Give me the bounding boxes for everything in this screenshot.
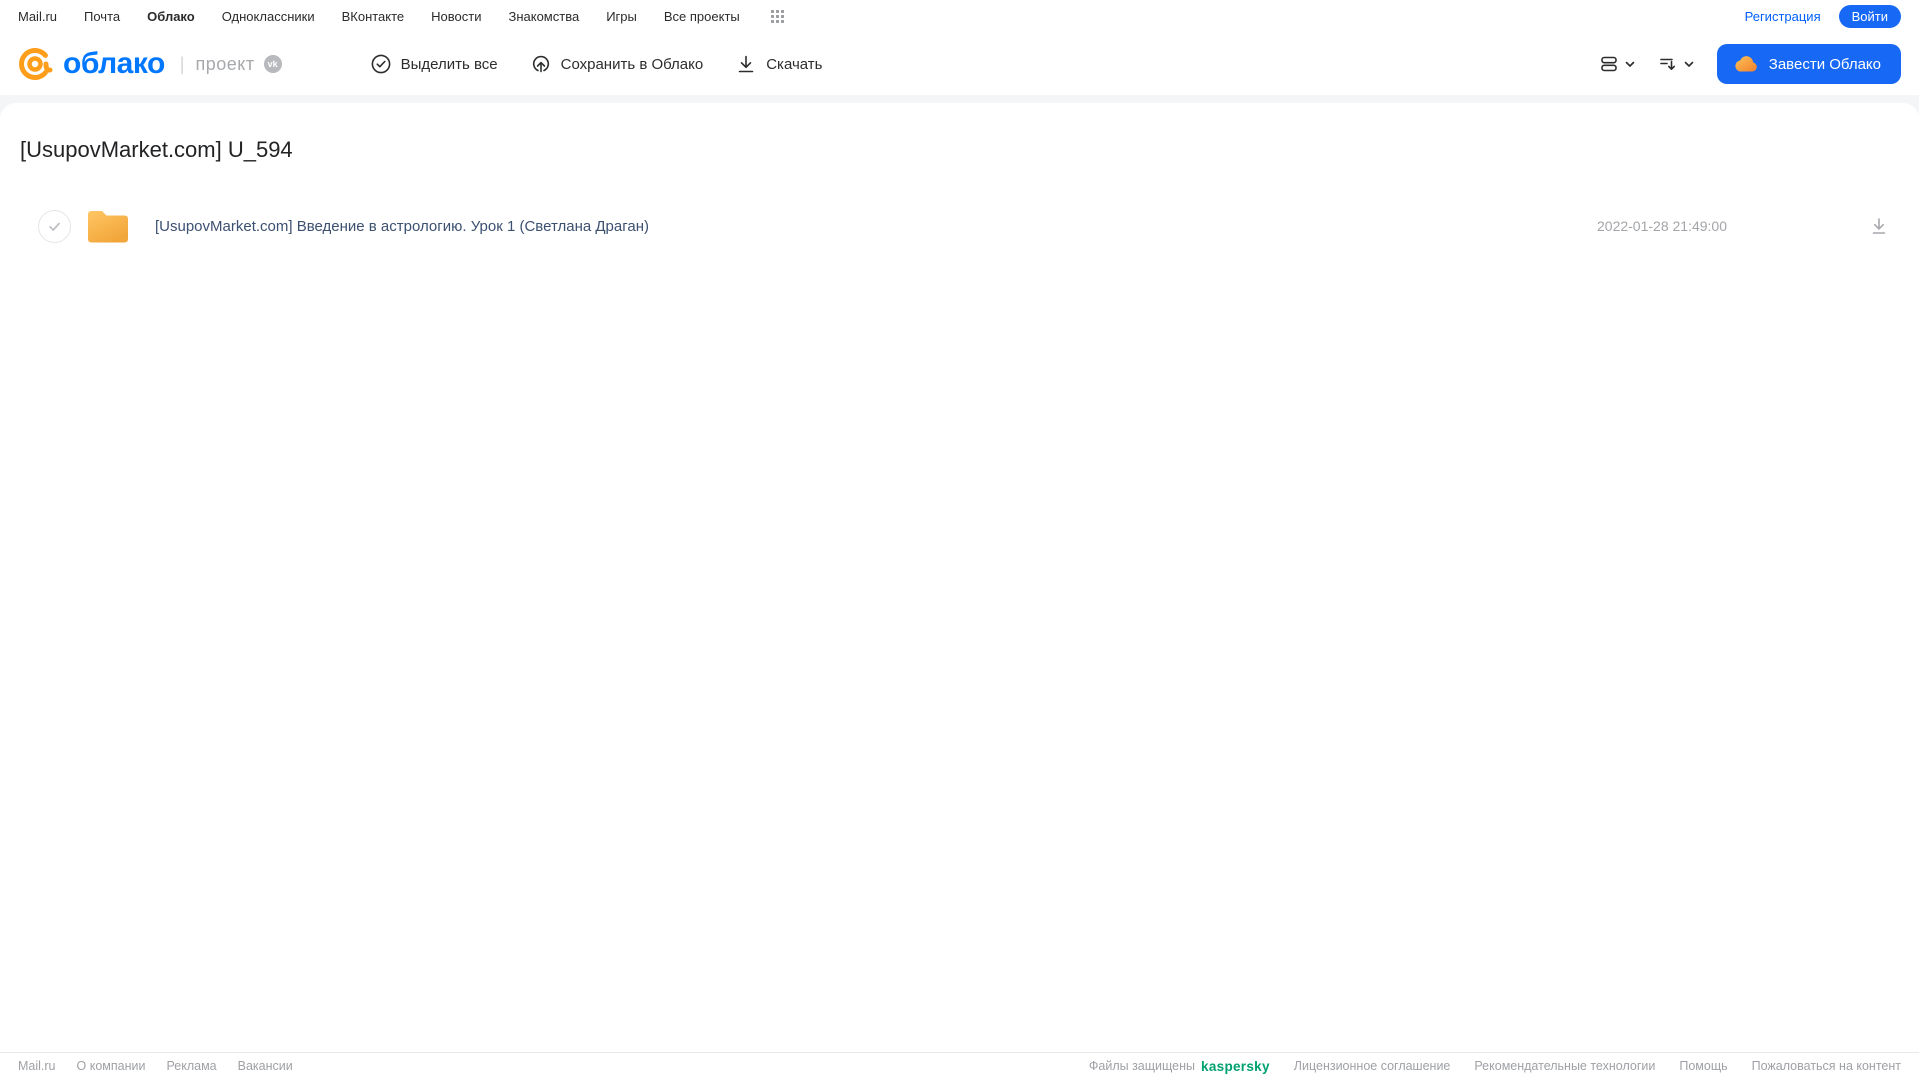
nav-link-novosti[interactable]: Новости (431, 9, 481, 24)
sort-icon (1658, 54, 1678, 74)
file-date: 2022-01-28 21:49:00 (1597, 218, 1727, 234)
view-mode-icon (1599, 54, 1619, 74)
footer-right-links: Файлы защищены kaspersky Лицензионное со… (1089, 1059, 1901, 1074)
sort-dropdown[interactable] (1658, 54, 1695, 74)
login-button[interactable]: Войти (1838, 5, 1901, 28)
registration-link[interactable]: Регистрация (1745, 9, 1821, 24)
orange-cloud-icon (1733, 54, 1759, 74)
project-label: проект (195, 53, 255, 74)
nav-link-znakomstva[interactable]: Знакомства (508, 9, 579, 24)
nav-link-all-projects[interactable]: Все проекты (664, 9, 740, 24)
logo-separator: | (179, 53, 185, 74)
file-name-link[interactable]: [UsupovMarket.com] Введение в астрологию… (155, 218, 1597, 235)
create-cloud-button[interactable]: Завести Облако (1716, 44, 1901, 84)
header-right-controls: Завести Облако (1599, 44, 1901, 84)
footer-link-mailru[interactable]: Mail.ru (18, 1059, 56, 1073)
nav-link-odnoklassniki[interactable]: Одноклассники (222, 9, 315, 24)
folder-contents-panel: [UsupovMarket.com] U_594 [UsupovMarket.c… (0, 103, 1919, 1052)
nav-link-oblako[interactable]: Облако (147, 9, 195, 24)
row-checkbox[interactable] (38, 209, 71, 243)
top-utility-nav: Mail.ru Почта Облако Одноклассники ВКонт… (0, 0, 1919, 33)
footer-link-license[interactable]: Лицензионное соглашение (1294, 1059, 1451, 1073)
footer-link-report-content[interactable]: Пожаловаться на контент (1752, 1059, 1901, 1073)
select-all-label: Выделить все (400, 55, 498, 73)
save-to-cloud-button[interactable]: Сохранить в Облако (530, 53, 704, 75)
footer-link-jobs[interactable]: Вакансии (238, 1059, 293, 1073)
view-mode-dropdown[interactable] (1599, 54, 1636, 74)
folder-icon (85, 206, 131, 246)
nav-link-pochta[interactable]: Почта (84, 9, 120, 24)
footer-link-ads[interactable]: Реклама (166, 1059, 216, 1073)
content-wrap: [UsupovMarket.com] U_594 [UsupovMarket.c… (0, 95, 1919, 1052)
nav-link-mailru[interactable]: Mail.ru (18, 9, 57, 24)
page-title: [UsupovMarket.com] U_594 (20, 137, 293, 162)
page-footer: Mail.ru О компании Реклама Вакансии Файл… (0, 1052, 1919, 1079)
chevron-down-icon (1683, 58, 1695, 70)
cloud-upload-icon (530, 53, 552, 75)
kaspersky-protected: Файлы защищены kaspersky (1089, 1059, 1270, 1074)
file-row[interactable]: [UsupovMarket.com] Введение в астрологию… (0, 203, 1919, 249)
chevron-down-icon (1624, 58, 1636, 70)
check-icon (49, 222, 60, 231)
row-download-button[interactable] (1869, 216, 1889, 236)
footer-link-help[interactable]: Помощь (1679, 1059, 1727, 1073)
vk-badge-icon: vk (263, 55, 282, 73)
apps-grid-icon[interactable] (770, 10, 784, 23)
auth-area: Регистрация Войти (1745, 5, 1901, 28)
download-icon (1872, 218, 1886, 234)
check-circle-icon (370, 53, 392, 75)
download-icon (735, 53, 757, 75)
save-to-cloud-label: Сохранить в Облако (560, 55, 704, 73)
logo-wordmark: облако (63, 47, 165, 80)
nav-link-vkontakte[interactable]: ВКонтакте (342, 9, 405, 24)
create-cloud-label: Завести Облако (1768, 55, 1881, 73)
kaspersky-logo[interactable]: kaspersky (1201, 1059, 1270, 1074)
mailru-cloud-public-page: Mail.ru Почта Облако Одноклассники ВКонт… (0, 0, 1919, 1079)
cloud-logo[interactable]: облако | проект vk (16, 45, 282, 83)
download-label: Скачать (766, 55, 823, 73)
portal-links: Mail.ru Почта Облако Одноклассники ВКонт… (18, 9, 784, 24)
file-actions-toolbar: Выделить все Сохранить в Облако Скачать (370, 53, 822, 75)
protected-label: Файлы защищены (1088, 1059, 1196, 1073)
nav-link-igry[interactable]: Игры (606, 9, 637, 24)
mailru-at-icon (16, 45, 54, 83)
cloud-header: облако | проект vk Выделить все Сохранит… (0, 33, 1919, 95)
select-all-button[interactable]: Выделить все (370, 53, 498, 75)
footer-link-recommend-tech[interactable]: Рекомендательные технологии (1474, 1059, 1655, 1073)
footer-left-links: Mail.ru О компании Реклама Вакансии (18, 1059, 293, 1073)
download-button[interactable]: Скачать (735, 53, 822, 75)
footer-link-about[interactable]: О компании (77, 1059, 146, 1073)
